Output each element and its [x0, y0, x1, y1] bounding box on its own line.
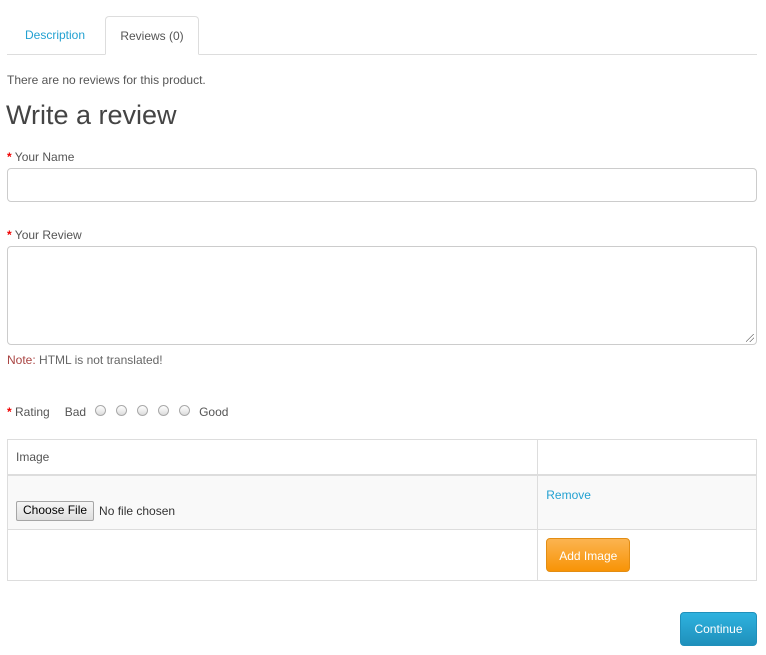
image-table: Image Choose File No file chosen Remove …	[6, 439, 757, 581]
resize-handle[interactable]	[746, 334, 754, 342]
continue-button[interactable]: Continue	[680, 612, 757, 646]
required-mark: *	[7, 150, 12, 164]
required-mark: *	[7, 405, 12, 419]
tab-reviews[interactable]: Reviews (0)	[105, 16, 199, 55]
no-file-text: No file chosen	[99, 504, 176, 518]
image-header-empty-cell	[537, 439, 757, 476]
name-label-text: Your Name	[14, 150, 75, 164]
image-header-cell: Image	[6, 439, 539, 476]
rating-radio-5[interactable]	[179, 404, 191, 416]
review-textarea[interactable]	[7, 246, 757, 345]
html-note: Note: HTML is not translated!	[7, 353, 163, 367]
file-input: Choose File No file chosen	[16, 501, 529, 521]
no-reviews-text: There are no reviews for this product.	[7, 73, 206, 87]
required-mark: *	[7, 228, 12, 242]
review-page: Description Reviews (0) There are no rev…	[0, 0, 766, 655]
review-label-text: Your Review	[14, 228, 82, 242]
note-text: HTML is not translated!	[39, 353, 163, 367]
add-image-button[interactable]: Add Image	[546, 537, 631, 572]
choose-file-button[interactable]: Choose File	[16, 501, 95, 521]
rating-bad-label: Bad	[64, 405, 87, 419]
rating-radio-4[interactable]	[158, 404, 170, 416]
rating-radio-1[interactable]	[95, 404, 107, 416]
rating-radio-2[interactable]	[116, 404, 128, 416]
tab-description[interactable]: Description	[7, 16, 103, 54]
rating-row: * Rating Bad Good	[7, 404, 228, 420]
rating-radio-3[interactable]	[137, 404, 149, 416]
review-label: * Your Review	[7, 228, 82, 242]
write-review-heading: Write a review	[6, 100, 177, 130]
image-table-header-row: Image	[6, 439, 757, 476]
name-label: * Your Name	[7, 150, 74, 164]
rating-good-label: Good	[199, 405, 229, 419]
image-add-row: Add Image	[6, 528, 757, 581]
rating-label: Rating	[15, 405, 50, 419]
name-input[interactable]	[7, 168, 757, 202]
remove-link[interactable]: Remove	[546, 488, 591, 502]
add-image-cell: Add Image	[537, 528, 757, 581]
image-file-row: Choose File No file chosen Remove	[6, 474, 757, 530]
file-cell: Choose File No file chosen	[6, 474, 539, 530]
note-label: Note:	[7, 353, 36, 367]
product-tabs: Description Reviews (0)	[7, 16, 757, 55]
remove-cell: Remove	[537, 474, 757, 530]
add-empty-cell	[6, 528, 539, 581]
